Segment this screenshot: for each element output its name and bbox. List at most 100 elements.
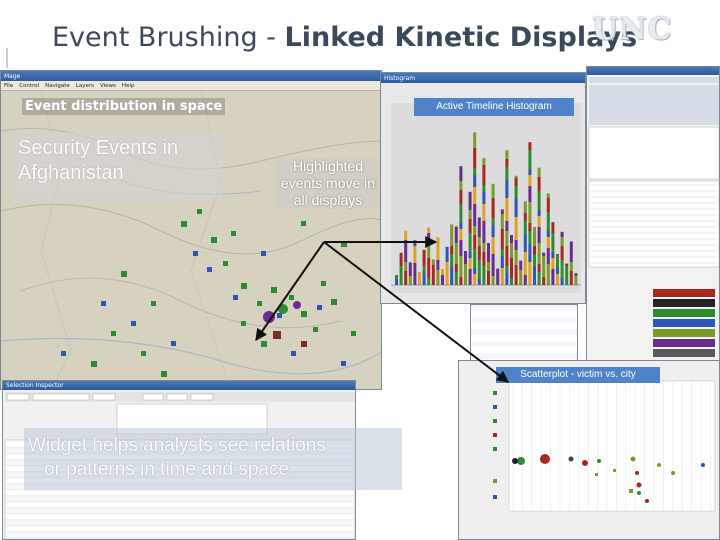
histogram-bar-segment bbox=[523, 275, 527, 285]
histogram-bar-segment bbox=[482, 165, 486, 185]
histogram-bar-segment bbox=[537, 216, 541, 227]
histogram-bar-segment bbox=[473, 133, 477, 148]
histogram-bar-segment bbox=[473, 148, 477, 168]
histogram-bar-segment bbox=[505, 273, 509, 285]
histogram-bar-segment bbox=[404, 230, 408, 240]
histogram-bar-segment bbox=[551, 233, 555, 252]
scatterplot-label: Scatterplot - victim vs. city bbox=[496, 367, 660, 383]
histogram-bar-segment bbox=[491, 198, 495, 218]
histogram-bar-segment bbox=[459, 204, 463, 223]
settings-panel-body bbox=[587, 75, 719, 361]
histogram-bar-segment bbox=[519, 270, 523, 285]
histogram-bar-segment bbox=[569, 262, 573, 271]
histogram-bar-segment bbox=[523, 221, 527, 234]
histogram-bar-segment bbox=[528, 202, 532, 223]
histogram-bar-segment bbox=[408, 276, 412, 285]
histogram-bar-segment bbox=[574, 273, 578, 276]
settings-titlebar[interactable] bbox=[587, 67, 719, 75]
histogram-bar-segment bbox=[482, 192, 486, 204]
label-event-distribution: Event distribution in space bbox=[22, 98, 226, 115]
histogram-bar-segment bbox=[399, 266, 403, 285]
histogram-bar-segment bbox=[459, 166, 463, 181]
histogram-bar-segment bbox=[528, 262, 532, 285]
histogram-bar-segment bbox=[528, 150, 532, 169]
menu-file[interactable]: File bbox=[4, 83, 13, 89]
histogram-bar-segment bbox=[533, 267, 536, 285]
overlay-caption: Widget helps analysts see relations or p… bbox=[24, 428, 402, 490]
histogram-bar-segment bbox=[514, 250, 518, 265]
histogram-bar-segment bbox=[468, 269, 472, 285]
map-window-titlebar[interactable]: Mage bbox=[1, 71, 381, 81]
menu-layers[interactable]: Layers bbox=[76, 83, 94, 89]
histogram-bar-segment bbox=[514, 199, 518, 217]
histogram-bar-segment bbox=[496, 268, 500, 285]
inspector-titlebar[interactable]: Selection Inspector bbox=[3, 381, 355, 390]
histogram-bar-segment bbox=[500, 268, 504, 285]
histogram-bar-segment bbox=[413, 263, 417, 285]
histogram-bar-segment bbox=[482, 204, 486, 221]
histogram-bar-segment bbox=[551, 269, 555, 285]
histogram-bar-segment bbox=[560, 231, 564, 237]
histogram-bar-segment bbox=[422, 273, 426, 285]
histogram-bar-segment bbox=[528, 175, 532, 186]
histogram-bar-segment bbox=[450, 267, 454, 285]
histogram-bar-segment bbox=[510, 278, 513, 285]
menu-navigate[interactable]: Navigate bbox=[45, 83, 70, 89]
histogram-bar-segment bbox=[436, 237, 440, 260]
histogram-bar-segment bbox=[574, 276, 578, 285]
histogram-bar-segment bbox=[514, 175, 518, 178]
histogram-bar-segment bbox=[528, 186, 532, 202]
unc-logo: UNC bbox=[592, 12, 673, 47]
histogram-bar-segment bbox=[560, 260, 564, 279]
histogram-bar-segment bbox=[464, 251, 467, 264]
histogram-bar-segment bbox=[537, 272, 541, 285]
histogram-bar-segment bbox=[477, 237, 481, 246]
histogram-bar-segment bbox=[491, 276, 495, 285]
histogram-bar-segment bbox=[441, 269, 444, 275]
histogram-bar-segment bbox=[546, 237, 550, 248]
histogram-bar-segment bbox=[500, 209, 504, 214]
histogram-bar-segment bbox=[482, 158, 486, 165]
histogram-bar-segment bbox=[537, 177, 541, 191]
scatterplot-chart[interactable] bbox=[459, 361, 720, 540]
histogram-bar-segment bbox=[454, 225, 458, 227]
histogram-bar-segment bbox=[473, 187, 477, 204]
histogram-bar-segment bbox=[500, 249, 504, 256]
keyword-list[interactable] bbox=[470, 304, 578, 366]
histogram-bar-segment bbox=[450, 254, 454, 267]
histogram-bar-segment bbox=[546, 264, 550, 285]
histogram-bar-segment bbox=[556, 268, 559, 274]
histogram-bar-segment bbox=[422, 249, 426, 266]
histogram-bar-segment bbox=[473, 235, 477, 249]
histogram-bar-segment bbox=[514, 217, 518, 240]
histogram-bar-segment bbox=[505, 221, 509, 231]
histogram-bar-segment bbox=[537, 168, 541, 177]
histogram-bar-segment bbox=[510, 258, 513, 278]
histogram-bar-segment bbox=[482, 185, 486, 192]
histogram-bar-segment bbox=[551, 258, 555, 269]
histogram-bar-segment bbox=[505, 167, 509, 180]
label-highlighted-events: Highlighted events move in all displays bbox=[276, 158, 380, 209]
histogram-bar-segment bbox=[528, 223, 532, 231]
menu-help[interactable]: Help bbox=[122, 83, 135, 89]
histogram-bar-segment bbox=[560, 279, 564, 285]
histogram-bar-segment bbox=[569, 241, 573, 262]
histogram-bar-segment bbox=[542, 252, 546, 256]
histogram-bar-segment bbox=[491, 183, 495, 198]
histogram-bar-segment bbox=[551, 252, 555, 258]
histogram-bar-segment bbox=[422, 266, 426, 273]
histogram-bar-segment bbox=[431, 265, 435, 285]
histogram-bar-segment bbox=[505, 198, 509, 221]
histogram-bar-segment bbox=[533, 254, 536, 267]
histogram-bar-segment bbox=[427, 278, 431, 285]
histogram-bar-segment bbox=[427, 227, 431, 233]
histogram-bar-segment bbox=[510, 235, 513, 243]
menu-views[interactable]: Views bbox=[100, 83, 116, 89]
menu-control[interactable]: Control bbox=[19, 83, 39, 89]
histogram-bar-segment bbox=[560, 246, 564, 260]
histogram-bar-segment bbox=[395, 279, 398, 285]
table-row bbox=[5, 489, 355, 496]
histogram-bar-segment bbox=[500, 214, 504, 229]
histogram-bar-segment bbox=[487, 243, 490, 262]
histogram-bar-segment bbox=[505, 159, 509, 167]
